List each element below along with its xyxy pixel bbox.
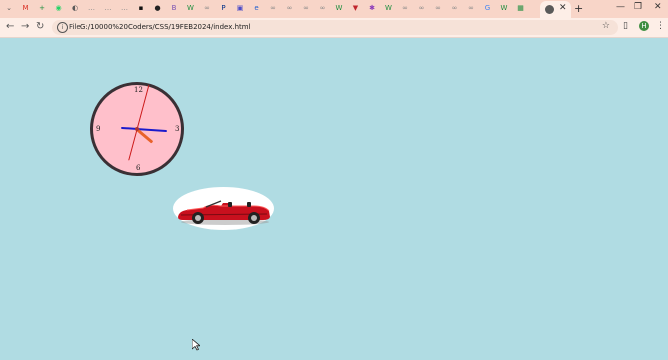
analog-clock: 12 3 6 9 [90,82,184,176]
active-tab[interactable]: ✕ [540,1,571,18]
paypal-icon[interactable]: P [219,3,229,14]
w-icon[interactable]: W [499,3,509,14]
ellipsis-icon[interactable]: … [103,3,113,14]
plus-app-icon[interactable]: + [37,3,47,14]
clock-pivot [135,127,139,131]
ellipsis-icon[interactable]: … [120,3,130,14]
close-tab-icon[interactable]: ✕ [559,3,567,13]
close-window-button[interactable]: ✕ [654,2,662,12]
sheets-icon[interactable]: ▦ [516,3,526,14]
site-icon[interactable]: ▣ [235,3,245,14]
tab-strip: ⌄ M + ◉ ◐……… ▪ ● B W ∞ P ▣ e ∞ ∞ ∞ ∞ W ▼ ✱ W ∞ ∞ ∞ ∞ ∞ G W ▦ ✕ + — ❐… [0,0,668,18]
info-icon[interactable]: i [57,22,68,33]
clock-numeral-6: 6 [136,164,141,172]
github-icon[interactable]: ● [153,3,163,14]
minimize-button[interactable]: — [616,2,625,12]
car-container [173,187,274,230]
w-icon[interactable]: W [186,3,196,14]
sidebar-icon[interactable]: ▯ [623,21,628,31]
whatsapp-icon[interactable]: ◉ [54,3,64,14]
link-icon[interactable]: ∞ [450,3,460,14]
clock-numeral-9: 9 [96,125,101,133]
e-icon[interactable]: e [252,3,262,14]
red-convertible-car-image [178,200,270,225]
url-text[interactable]: G:/10000%20Coders/CSS/19FEB2024/index.ht… [80,22,251,33]
puzzle-icon[interactable]: ✱ [367,3,377,14]
link-icon[interactable]: ∞ [285,3,295,14]
link-icon[interactable]: ∞ [400,3,410,14]
bookmark-star-icon[interactable]: ☆ [602,21,610,31]
address-bar[interactable]: i File G:/10000%20Coders/CSS/19FEB2024/i… [52,20,618,35]
tab-icon[interactable]: ▪ [136,3,146,14]
gmail-icon[interactable]: M [21,3,31,14]
w-icon[interactable]: W [384,3,394,14]
second-hand-tail [128,128,138,161]
link-icon[interactable]: ∞ [268,3,278,14]
url-value: G:/10000%20Coders/CSS/19FEB2024/index.ht… [80,23,251,31]
google-icon[interactable]: G [483,3,493,14]
clock-numeral-12: 12 [134,86,143,94]
clock-numeral-3: 3 [175,125,180,133]
browser-toolbar: ← → ↻ i File G:/10000%20Coders/CSS/19FEB… [0,18,668,38]
chevron-down-icon[interactable]: ⌄ [4,3,14,14]
globe-icon [545,5,554,14]
restore-button[interactable]: ❐ [634,2,642,12]
link-icon[interactable]: ∞ [466,3,476,14]
ellipsis-icon[interactable]: … [87,3,97,14]
vercel-icon[interactable]: ▼ [351,3,361,14]
link-icon[interactable]: ∞ [301,3,311,14]
w-icon[interactable]: W [334,3,344,14]
file-chip: File [69,23,81,31]
bootstrap-icon[interactable]: B [169,3,179,14]
profile-avatar[interactable]: H [639,21,649,31]
back-icon[interactable]: ← [6,21,14,32]
link-icon[interactable]: ∞ [318,3,328,14]
link-icon[interactable]: ∞ [433,3,443,14]
link-icon[interactable]: ∞ [417,3,427,14]
globe-icon[interactable]: ◐ [70,3,80,14]
forward-icon[interactable]: → [21,21,29,32]
new-tab-button[interactable]: + [574,2,583,15]
reload-icon[interactable]: ↻ [36,21,44,32]
menu-kebab-icon[interactable]: ⋮ [656,21,665,31]
mouse-cursor-icon [192,339,200,351]
link-icon[interactable]: ∞ [202,3,212,14]
